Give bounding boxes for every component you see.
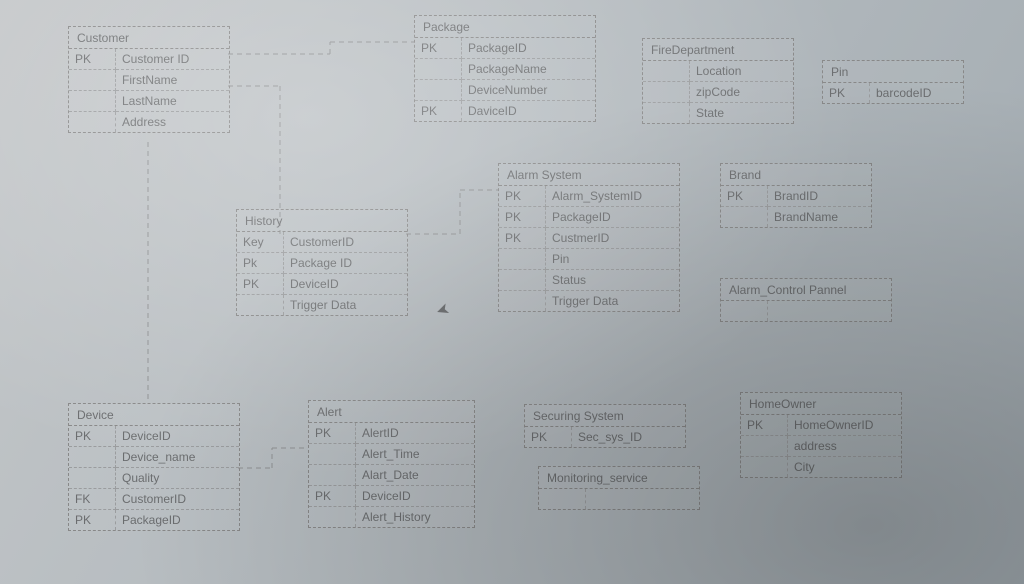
entity-title: Pin <box>823 61 963 83</box>
entity-title: Monitoring_service <box>539 467 699 489</box>
entity-package: Package PKPackageID PackageName DeviceNu… <box>414 15 596 122</box>
entity-alarm-control-panel: Alarm_Control Pannel <box>720 278 892 322</box>
entity-monitoring-service: Monitoring_service <box>538 466 700 510</box>
entity-title: Package <box>415 16 595 38</box>
entity-pin: Pin PKbarcodeID <box>822 60 964 104</box>
entity-securing-system: Securing System PKSec_sys_ID <box>524 404 686 448</box>
entity-alarm-system: Alarm System PKAlarm_SystemID PKPackageI… <box>498 163 680 312</box>
entity-brand: Brand PKBrandID BrandName <box>720 163 872 228</box>
entity-title: Alarm_Control Pannel <box>721 279 891 301</box>
entity-customer: Customer PKCustomer ID FirstName LastNam… <box>68 26 230 133</box>
entity-homeowner: HomeOwner PKHomeOwnerID address City <box>740 392 902 478</box>
entity-title: Alarm System <box>499 164 679 186</box>
entity-title: Device <box>69 404 239 426</box>
entity-history: History KeyCustomerID PkPackage ID PKDev… <box>236 209 408 316</box>
entity-title: Alert <box>309 401 474 423</box>
entity-title: Brand <box>721 164 871 186</box>
entity-title: Customer <box>69 27 229 49</box>
entity-title: FireDepartment <box>643 39 793 61</box>
entity-title: HomeOwner <box>741 393 901 415</box>
entity-title: History <box>237 210 407 232</box>
entity-fire-department: FireDepartment Location zipCode State <box>642 38 794 124</box>
entity-title: Securing System <box>525 405 685 427</box>
cursor-icon: ➤ <box>433 298 452 321</box>
entity-alert: Alert PKAlertID Alert_Time Alart_Date PK… <box>308 400 475 528</box>
entity-device: Device PKDeviceID Device_name Quality FK… <box>68 403 240 531</box>
